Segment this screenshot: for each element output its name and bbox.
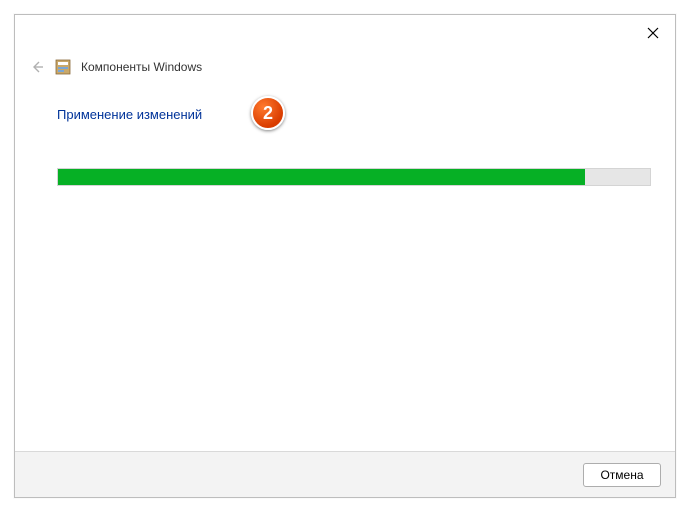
header-bar: Компоненты Windows bbox=[29, 59, 202, 75]
app-icon bbox=[55, 59, 71, 75]
progress-bar bbox=[57, 168, 651, 186]
windows-features-icon bbox=[55, 59, 71, 75]
close-icon bbox=[647, 27, 659, 39]
progress-fill bbox=[58, 169, 585, 185]
close-button[interactable] bbox=[645, 25, 661, 41]
annotation-badge: 2 bbox=[251, 96, 285, 130]
window-title: Компоненты Windows bbox=[81, 60, 202, 74]
body-area: Применение изменений bbox=[57, 107, 651, 122]
cancel-button[interactable]: Отмена bbox=[583, 463, 661, 487]
dialog-window: Компоненты Windows Применение изменений … bbox=[14, 14, 676, 498]
arrow-left-icon bbox=[30, 60, 44, 74]
footer-bar: Отмена bbox=[15, 451, 675, 497]
back-button bbox=[29, 59, 45, 75]
status-heading: Применение изменений bbox=[57, 107, 651, 122]
